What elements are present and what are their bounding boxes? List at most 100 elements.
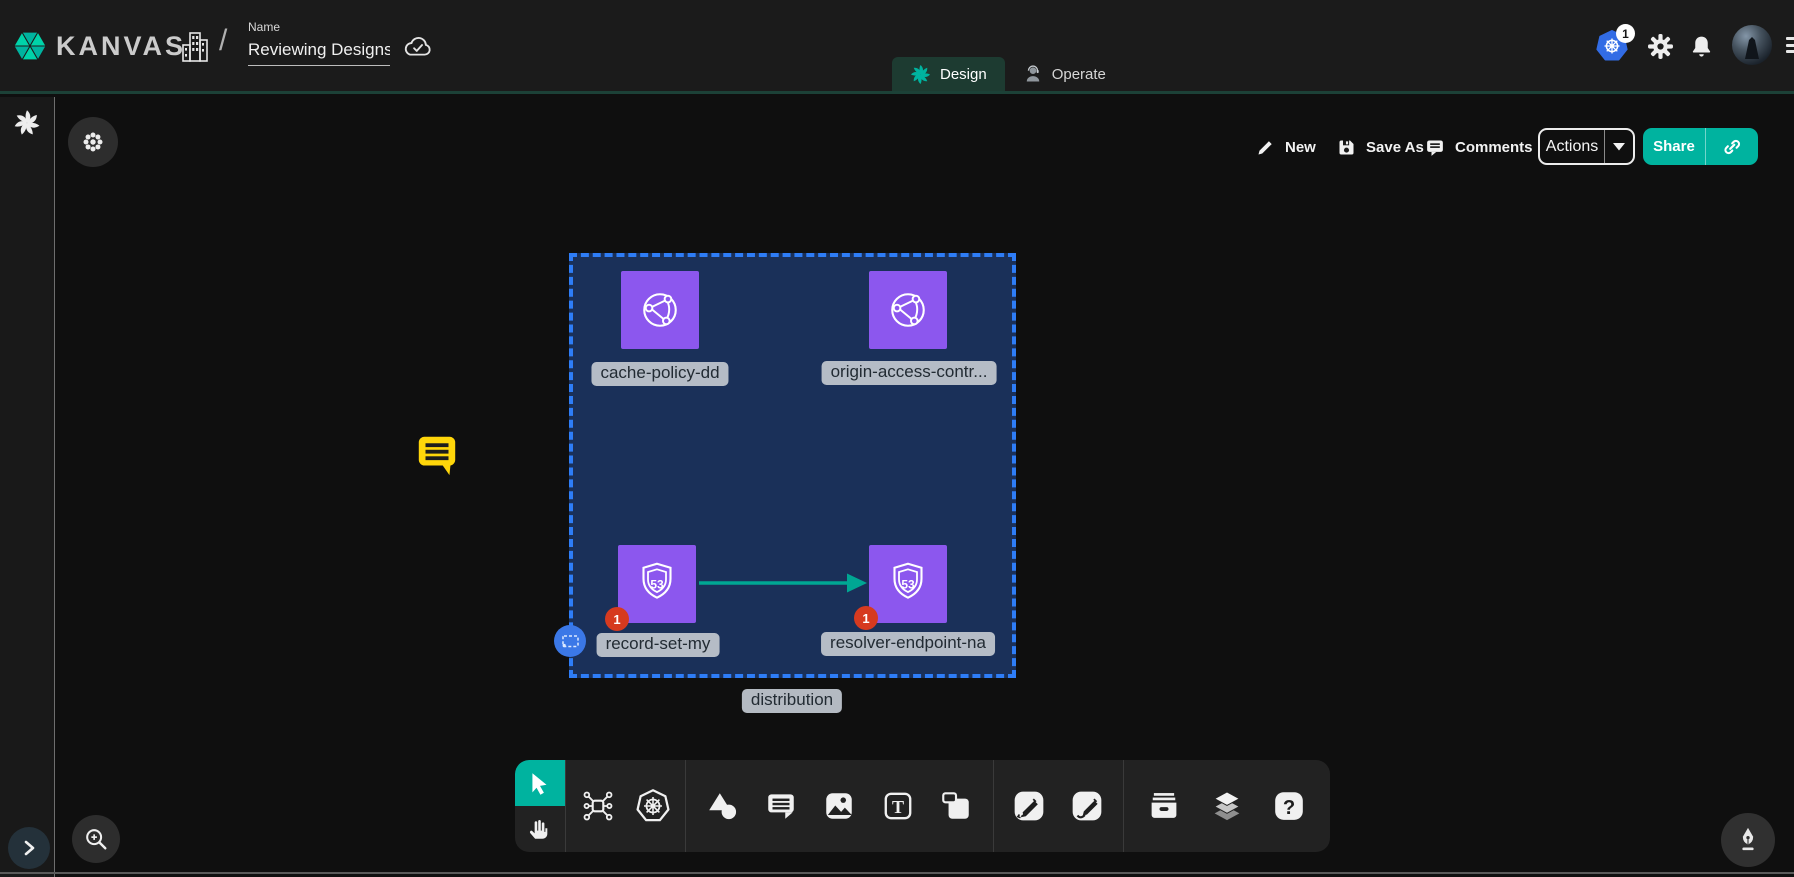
node-cache-policy[interactable] [621, 271, 699, 349]
zoom-in-icon [83, 826, 109, 852]
drawer-archive-icon [1146, 788, 1182, 824]
node-label-cache-policy[interactable]: cache-policy-dd [591, 362, 728, 386]
route53-shield-icon: 53 [633, 560, 681, 608]
route53-shield-icon: 53 [884, 560, 932, 608]
dock-manage-section: ? [1124, 760, 1330, 852]
cloudfront-globe-icon [884, 286, 932, 334]
design-name-input[interactable] [248, 38, 390, 66]
notifications-bell-icon[interactable] [1689, 34, 1714, 60]
save-as-button[interactable]: Save As [1336, 132, 1424, 162]
tool-dock: T [515, 760, 1330, 852]
share-button-label: Share [1643, 138, 1705, 155]
help-tool[interactable]: ? [1267, 784, 1311, 828]
pen-path-icon [1012, 789, 1046, 823]
resolver-endpoint-issue-badge[interactable]: 1 [854, 606, 878, 630]
layers-tool[interactable] [1205, 784, 1249, 828]
canvas-comment-pin[interactable] [414, 431, 460, 477]
sticky-note-icon [939, 789, 973, 823]
sketch-tool[interactable] [1065, 784, 1109, 828]
node-label-origin-access-control[interactable]: origin-access-contr... [822, 361, 997, 385]
dock-draw-section [994, 760, 1124, 852]
tab-operate[interactable]: Operate [1005, 57, 1124, 91]
mode-tabs: Design Operate [892, 57, 1124, 91]
overflow-menu-icon[interactable] [1786, 37, 1794, 57]
share-split-button[interactable]: Share [1643, 128, 1758, 165]
kanvas-app: KANVAS / Name [0, 0, 1794, 877]
whiteboard-pen-button[interactable] [1721, 813, 1775, 867]
avatar-figure [1740, 35, 1764, 63]
edge-record-set-to-resolver[interactable] [697, 569, 869, 597]
node-label-resolver-endpoint[interactable]: resolver-endpoint-na [821, 632, 995, 656]
svg-text:53: 53 [650, 578, 664, 592]
canvas-widgets-button[interactable] [68, 117, 118, 167]
comment-tool[interactable] [759, 784, 803, 828]
design-name-field: Name [248, 20, 390, 66]
organization-building-icon[interactable] [180, 30, 210, 64]
shapes-icon [706, 789, 740, 823]
kubernetes-tool[interactable] [631, 784, 675, 828]
comment-bubble-icon [764, 789, 798, 823]
flower-icon [81, 130, 105, 154]
actions-button-label: Actions [1540, 138, 1604, 156]
actions-dropdown-button[interactable] [1605, 142, 1633, 151]
text-tool[interactable]: T [876, 784, 920, 828]
pen-nib-icon [1733, 825, 1763, 855]
logo-text: KANVAS [56, 31, 186, 62]
node-origin-access-control[interactable] [869, 271, 947, 349]
select-tool[interactable] [515, 760, 565, 806]
component-chip-icon [581, 789, 615, 823]
layers-icon [1209, 788, 1245, 824]
comments-button-label: Comments [1455, 139, 1533, 156]
kubernetes-context-count-badge[interactable]: 1 [1616, 24, 1635, 43]
new-button[interactable]: New [1255, 132, 1316, 162]
help-icon: ? [1272, 789, 1306, 823]
app-header: KANVAS / Name [0, 0, 1794, 94]
image-tool[interactable] [817, 784, 861, 828]
note-tool[interactable] [934, 784, 978, 828]
node-record-set[interactable]: 53 [618, 545, 696, 623]
left-sidebar [0, 97, 55, 877]
pan-tool[interactable] [515, 806, 565, 852]
chevron-right-icon [19, 838, 39, 858]
save-as-button-label: Save As [1366, 139, 1424, 156]
kanvas-logo[interactable]: KANVAS [12, 27, 186, 65]
design-name-label: Name [248, 20, 390, 34]
node-label-record-set[interactable]: record-set-my [597, 633, 720, 657]
sidebar-swirl-icon[interactable] [13, 109, 41, 137]
kanvas-logo-icon [12, 27, 48, 65]
hand-icon [527, 816, 553, 842]
dock-select-pan-column [515, 760, 566, 852]
user-avatar[interactable] [1732, 25, 1772, 65]
operate-headset-icon [1023, 64, 1043, 84]
pen-tool[interactable] [1007, 784, 1051, 828]
link-icon [1721, 136, 1743, 158]
breadcrumb-separator: / [219, 24, 227, 58]
sidebar-expand-button[interactable] [8, 827, 50, 869]
floppy-save-icon [1336, 137, 1357, 158]
pencil-sketch-icon [1070, 789, 1104, 823]
svg-text:T: T [892, 797, 904, 817]
component-tool[interactable] [576, 784, 620, 828]
dock-infra-section [566, 760, 686, 852]
image-icon [822, 789, 856, 823]
svg-text:?: ? [1283, 797, 1295, 819]
cloudfront-globe-icon [636, 286, 684, 334]
text-icon: T [881, 789, 915, 823]
node-resolver-endpoint[interactable]: 53 [869, 545, 947, 623]
comments-button[interactable]: Comments [1424, 132, 1533, 162]
record-set-issue-badge[interactable]: 1 [605, 607, 629, 631]
comment-bubble-icon [1424, 137, 1446, 158]
tab-design[interactable]: Design [892, 57, 1005, 91]
copy-link-button[interactable] [1706, 136, 1758, 158]
cursor-icon [527, 770, 553, 796]
archive-tool[interactable] [1142, 784, 1186, 828]
new-button-label: New [1285, 139, 1316, 156]
shapes-tool[interactable] [701, 784, 745, 828]
settings-gear-icon[interactable] [1647, 33, 1674, 60]
group-selection-badge[interactable] [554, 625, 586, 657]
pencil-new-icon [1255, 137, 1276, 158]
actions-split-button[interactable]: Actions [1538, 128, 1635, 165]
zoom-in-button[interactable] [72, 815, 120, 863]
group-label-distribution[interactable]: distribution [742, 689, 842, 713]
tab-operate-label: Operate [1052, 66, 1106, 83]
